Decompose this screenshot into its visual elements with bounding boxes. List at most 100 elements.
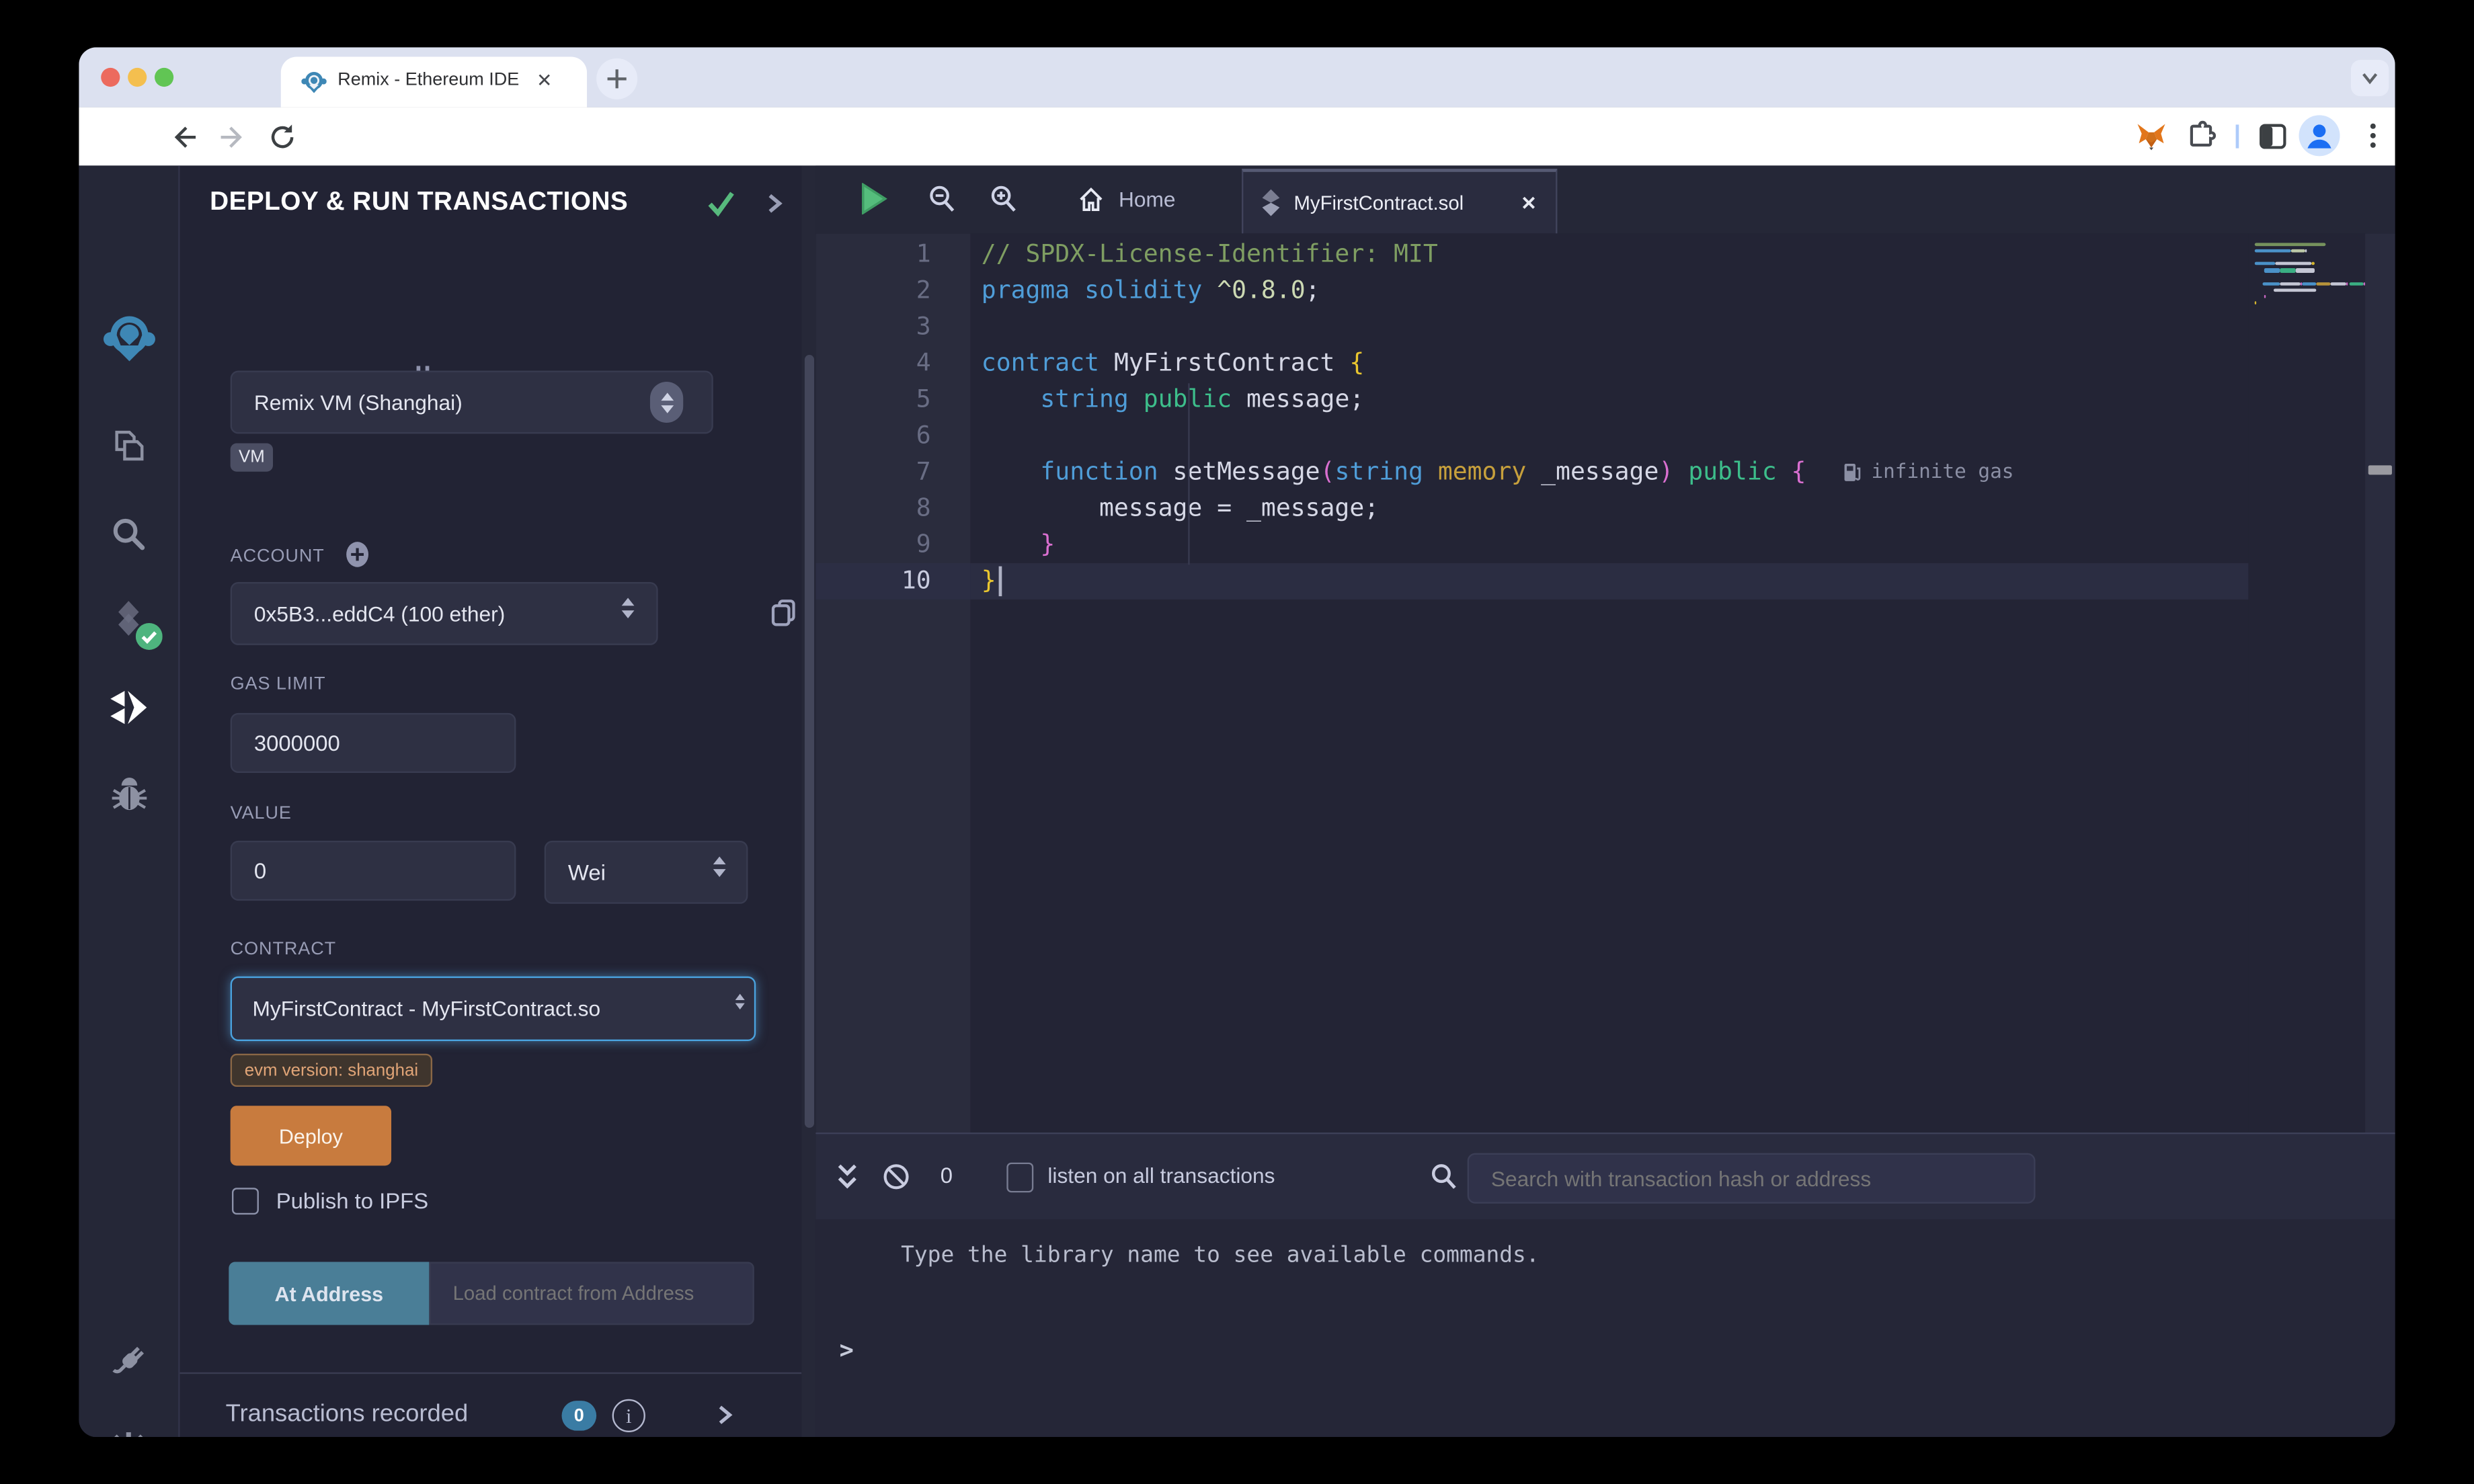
publish-ipfs-checkbox[interactable] [232, 1188, 259, 1214]
tab-file-active[interactable]: MyFirstContract.sol ✕ [1242, 169, 1557, 233]
browser-tab[interactable]: Remix - Ethereum IDE ✕ [281, 56, 587, 107]
deploy-run-icon[interactable] [79, 677, 178, 740]
settings-gear-icon[interactable] [79, 1418, 178, 1437]
traffic-close-button[interactable] [101, 68, 120, 87]
add-account-icon[interactable] [344, 541, 371, 568]
tab-home[interactable]: Home [1052, 165, 1201, 233]
plus-icon [596, 58, 637, 99]
unit-stepper-icon[interactable] [713, 856, 726, 877]
minimap-line [2248, 249, 2365, 256]
browser-tabstrip: Remix - Ethereum IDE ✕ [79, 47, 2395, 107]
minimap[interactable] [2248, 233, 2365, 1132]
gas-limit-label: GAS LIMIT [231, 675, 326, 694]
indent-guide [1187, 383, 1189, 565]
new-tab-button[interactable] [596, 58, 637, 99]
evm-version-badge: evm version: shanghai [231, 1054, 433, 1087]
editor-region: Home MyFirstContract.sol ✕ 12345678910 /… [815, 165, 2395, 1437]
toolbar-divider [2236, 124, 2239, 148]
code-area[interactable]: 12345678910 // SPDX-License-Identifier: … [815, 233, 2395, 1132]
tab-file-label: MyFirstContract.sol [1293, 192, 1464, 214]
gas-limit-input[interactable] [231, 713, 516, 773]
extensions-puzzle-icon[interactable] [2186, 120, 2217, 151]
publish-ipfs-label: Publish to IPFS [276, 1188, 428, 1213]
contract-stepper-icon[interactable] [735, 994, 745, 1009]
traffic-zoom-button[interactable] [155, 68, 173, 87]
account-select[interactable]: 0x5B3...eddC4 (100 ether) [231, 582, 658, 645]
panel-check-icon [705, 190, 737, 218]
remix-favicon [301, 69, 327, 95]
icon-rail [79, 165, 179, 1437]
at-address-input[interactable] [429, 1262, 754, 1325]
panel-scrollbar[interactable] [801, 165, 815, 1437]
panel-title: DEPLOY & RUN TRANSACTIONS [210, 188, 628, 218]
minimap-line [2248, 288, 2365, 295]
code-lines[interactable]: // SPDX-License-Identifier: MITpragma so… [970, 236, 2248, 600]
account-value: 0x5B3...eddC4 (100 ether) [232, 602, 505, 625]
account-label: ACCOUNT [231, 547, 325, 566]
panel-scrollbar-thumb[interactable] [804, 355, 813, 1128]
at-address-button[interactable]: At Address [229, 1262, 429, 1325]
tab-home-label: Home [1119, 188, 1176, 211]
terminal-message: Type the library name to see available c… [901, 1243, 1540, 1268]
environment-select[interactable]: Remix VM (Shanghai) [231, 371, 713, 434]
chevron-down-icon [2351, 60, 2389, 96]
minimap-line [2248, 262, 2365, 269]
environment-stepper-icon[interactable] [650, 382, 683, 423]
reload-icon[interactable] [267, 122, 298, 153]
side-panel-icon[interactable] [2258, 122, 2288, 152]
plugin-manager-icon[interactable] [79, 1329, 178, 1393]
kebab-menu-icon[interactable] [2359, 120, 2387, 151]
zoom-out-icon[interactable] [928, 185, 956, 213]
tab-close-icon[interactable]: ✕ [536, 69, 553, 91]
tab-close-icon[interactable]: ✕ [1521, 192, 1537, 214]
terminal-prompt: > [840, 1336, 854, 1364]
overview-ruler[interactable] [2365, 233, 2395, 1132]
vm-badge: VM [231, 443, 273, 471]
profile-avatar[interactable] [2299, 115, 2340, 156]
solidity-compiler-icon[interactable] [79, 588, 178, 651]
infinite-gas-annotation: infinite gas [1843, 459, 2013, 483]
listen-checkbox[interactable] [1006, 1163, 1033, 1193]
contract-select[interactable]: MyFirstContract - MyFirstContract.so [231, 977, 756, 1041]
value-label: VALUE [231, 805, 292, 823]
minimap-line [2248, 294, 2365, 301]
browser-toolbar: remix.ethereum.org/#lang=en&optimize=fal… [79, 108, 2395, 166]
editor-tabbar: Home MyFirstContract.sol ✕ [815, 165, 2395, 235]
terminal-toolbar: 0 listen on all transactions [815, 1134, 2395, 1219]
tab-title: Remix - Ethereum IDE [337, 71, 519, 90]
deploy-button[interactable]: Deploy [231, 1106, 391, 1165]
transactions-info-icon[interactable]: i [612, 1399, 645, 1432]
remix-logo[interactable] [79, 308, 178, 371]
collapse-terminal-icon[interactable] [835, 1163, 861, 1191]
terminal: 0 listen on all transactions Type the li… [815, 1132, 2395, 1437]
panel-expand-chevron-icon[interactable] [765, 192, 784, 214]
transactions-chevron-icon[interactable] [717, 1404, 734, 1426]
transactions-count-badge: 0 [562, 1401, 597, 1431]
value-input[interactable] [231, 841, 516, 901]
section-divider [180, 1372, 802, 1374]
minimap-line [2248, 301, 2365, 308]
screen: Remix - Ethereum IDE ✕ remix.ethereum.or… [0, 0, 2474, 1484]
account-stepper-icon[interactable] [622, 597, 635, 618]
remix-app: DEPLOY & RUN TRANSACTIONS ENVIRONMENT Re… [79, 165, 2395, 1437]
clear-terminal-icon[interactable] [882, 1163, 910, 1191]
run-script-icon[interactable] [860, 183, 888, 214]
value-unit: Wei [546, 860, 606, 885]
browser-window: Remix - Ethereum IDE ✕ remix.ethereum.or… [79, 47, 2395, 1437]
value-unit-select[interactable]: Wei [545, 841, 748, 904]
deploy-run-panel: DEPLOY & RUN TRANSACTIONS ENVIRONMENT Re… [180, 165, 802, 1437]
terminal-count: 0 [941, 1163, 953, 1188]
listen-label: listen on all transactions [1047, 1164, 1275, 1188]
zoom-in-icon[interactable] [990, 185, 1018, 213]
forward-icon[interactable] [218, 122, 249, 153]
back-icon[interactable] [167, 122, 199, 153]
terminal-search-input[interactable] [1468, 1153, 2036, 1204]
search-icon[interactable] [79, 501, 178, 565]
home-icon [1078, 186, 1105, 213]
copy-account-icon[interactable] [770, 597, 798, 628]
traffic-minimize-button[interactable] [128, 68, 147, 87]
metamask-icon[interactable] [2134, 120, 2167, 153]
file-explorer-icon[interactable] [79, 413, 178, 477]
debugger-bug-icon[interactable] [79, 765, 178, 828]
tab-search-button[interactable] [2351, 60, 2389, 96]
